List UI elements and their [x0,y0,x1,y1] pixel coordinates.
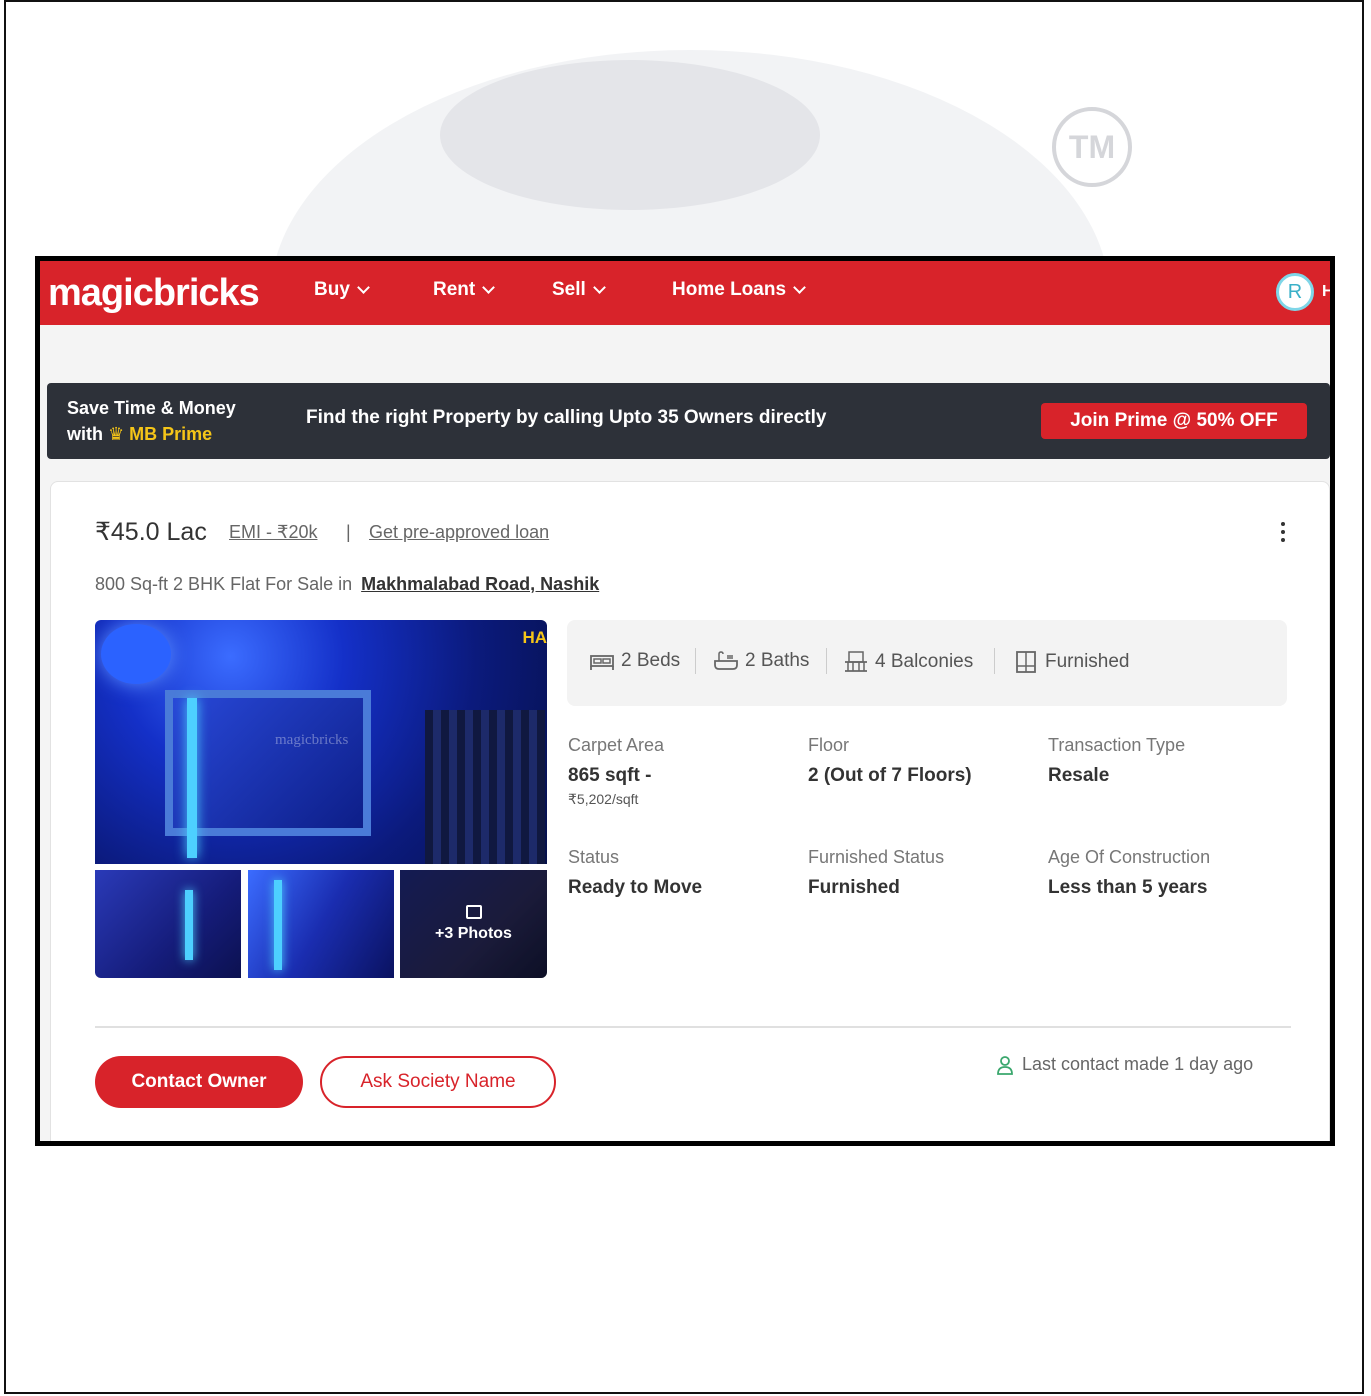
tm-mark-icon: TM [1052,107,1132,187]
photo-badge: HA [522,628,547,647]
prime-tagline-prefix: with [67,424,103,444]
emi-link[interactable]: EMI - ₹20k [229,522,317,543]
amenity-balconies: 4 Balconies [843,650,973,674]
user-avatar[interactable]: R [1276,273,1314,311]
nav-home-loans-label: Home Loans [672,279,787,300]
property-main-photo[interactable]: magicbricks HA [95,620,547,864]
nav-sell-label: Sell [552,279,586,300]
furnished-status-label: Furnished Status [808,847,945,867]
carpet-area-value: 865 sqft - [568,765,652,786]
prime-tagline: Save Time & Money with ♛ MB Prime [67,395,236,447]
balcony-icon [845,651,867,672]
ask-society-name-button[interactable]: Ask Society Name [320,1056,556,1108]
card-divider [95,1026,1291,1028]
light-shape [274,880,282,970]
more-photos-overlay: +3 Photos [400,870,547,978]
image-icon [465,905,482,919]
lamp-shape [101,624,171,684]
nav-rent[interactable]: Rent [433,279,496,301]
magicbricks-logo[interactable]: magicbricks [48,272,260,315]
property-price: ₹45.0 Lac [95,518,207,546]
prime-banner: Save Time & Money with ♛ MB Prime Find t… [47,383,1330,459]
transaction-type-label: Transaction Type [1048,735,1186,755]
locality-link[interactable]: Makhmalabad Road, Nashik [361,574,599,594]
contact-owner-button[interactable]: Contact Owner [95,1056,303,1108]
status-label: Status [568,847,620,867]
amenity-beds: 2 Beds [589,650,680,672]
last-contact-info: Last contact made 1 day ago [996,1054,1253,1075]
chevron-down-icon [793,281,806,294]
amenity-divider [826,648,827,674]
transaction-type-value: Resale [1048,765,1110,786]
chevron-down-icon [357,281,370,294]
prime-message: Find the right Property by calling Upto … [306,407,827,428]
curtain-shape [425,710,545,864]
nav-rent-label: Rent [433,279,476,300]
user-name-truncated[interactable]: H [1322,283,1330,301]
price-separator: | [346,522,351,542]
screenshot-frame: magicbricks Buy Rent Sell Home Loans R H… [35,256,1335,1146]
bed-icon [590,655,614,670]
chevron-down-icon [482,281,496,294]
amenity-furnished: Furnished [1013,650,1130,674]
nav-buy-label: Buy [314,279,350,300]
last-contact-text: Last contact made 1 day ago [1022,1054,1254,1074]
nav-buy[interactable]: Buy [314,279,370,301]
photo-watermark: magicbricks [275,732,349,748]
furnished-icon [1016,651,1036,673]
globe-land-watermark [440,60,820,210]
prime-tagline-line2: with ♛ MB Prime [67,421,236,447]
top-navbar: magicbricks Buy Rent Sell Home Loans R H [40,261,1330,325]
floor-label: Floor [808,735,850,755]
amenity-baths-label: 2 Baths [745,650,810,671]
amenity-divider [994,648,995,674]
property-subtitle-text: 800 Sq-ft 2 BHK Flat For Sale in [95,574,353,594]
age-of-construction-label: Age Of Construction [1048,847,1211,867]
light-shape [185,890,193,960]
nav-sell[interactable]: Sell [552,279,606,301]
amenity-furnished-label: Furnished [1045,651,1130,672]
amenity-beds-label: 2 Beds [621,650,681,671]
chevron-down-icon [592,281,606,294]
join-prime-button[interactable]: Join Prime @ 50% OFF [1041,403,1307,439]
photo-thumbnail[interactable] [248,870,394,978]
bath-icon [714,651,738,670]
more-photos-thumbnail[interactable]: +3 Photos [400,870,547,978]
amenity-divider [695,648,696,674]
prime-brand: MB Prime [129,424,213,444]
status-value: Ready to Move [568,877,703,898]
price-per-sqft: ₹5,202/sqft [568,791,639,807]
amenity-baths: 2 Baths [713,650,809,672]
more-options-icon[interactable] [1281,522,1287,546]
furnished-status-value: Furnished [808,877,900,898]
pre-approved-loan-link[interactable]: Get pre-approved loan [369,522,549,543]
amenity-balconies-label: 4 Balconies [875,651,974,672]
age-of-construction-value: Less than 5 years [1048,877,1208,898]
more-photos-label: +3 Photos [435,925,512,942]
user-icon [997,1055,1013,1075]
carpet-area-label: Carpet Area [568,735,665,755]
property-subtitle: 800 Sq-ft 2 BHK Flat For Sale in Makhmal… [95,574,599,595]
led-strip-shape [187,698,197,858]
nav-home-loans[interactable]: Home Loans [672,279,806,301]
prime-tagline-line1: Save Time & Money [67,398,236,418]
floor-value: 2 (Out of 7 Floors) [808,765,972,786]
crown-icon: ♛ [108,424,125,444]
property-card: ₹45.0 Lac EMI - ₹20k | Get pre-approved … [50,481,1330,1141]
amenities-bar: 2 Beds 2 Baths 4 Balconies Furnished [567,620,1287,706]
photo-thumbnail[interactable] [95,870,241,978]
